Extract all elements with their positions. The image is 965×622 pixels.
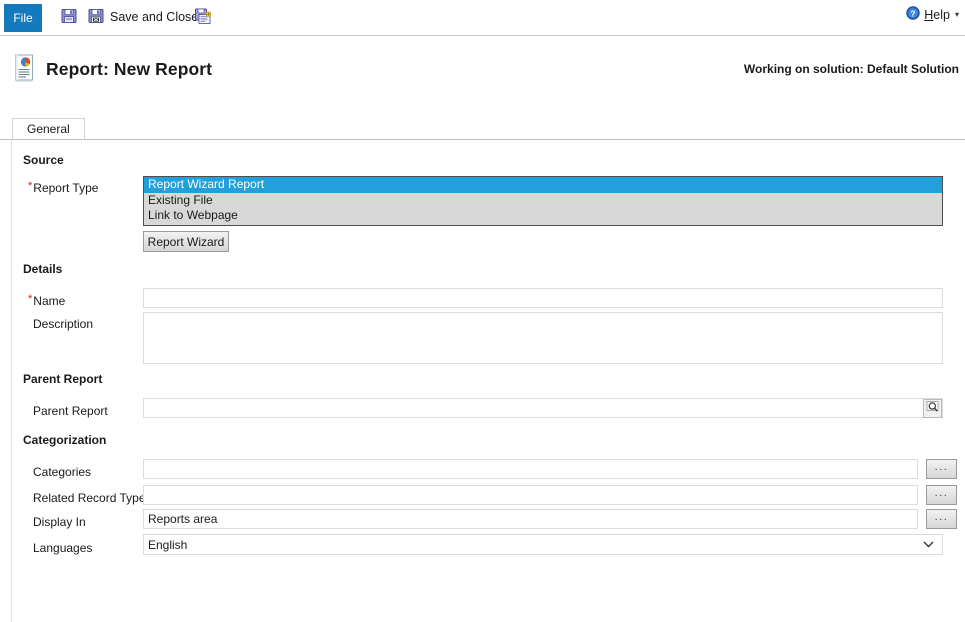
report-wizard-button-label: Report Wizard (147, 234, 225, 249)
tab-general[interactable]: General (12, 118, 85, 139)
save-button[interactable] (58, 4, 80, 30)
svg-text:?: ? (911, 9, 916, 18)
ribbon-toolbar: File Save and Close ? Help ▾ (0, 0, 965, 36)
languages-selected-value: English (148, 537, 188, 552)
floppy-disk-icon (60, 7, 78, 28)
related-record-types-input[interactable] (143, 485, 918, 505)
solution-context-label: Working on solution: Default Solution (743, 62, 959, 76)
display-in-input[interactable] (143, 509, 918, 529)
required-indicator: * (28, 293, 33, 305)
related-record-types-label: Related Record Types (33, 491, 152, 505)
report-type-label-text: Report Type (33, 181, 99, 195)
help-accel-letter: H (924, 7, 934, 22)
categories-browse-button[interactable]: ... (926, 459, 957, 479)
report-document-chart-icon (12, 54, 38, 84)
floppy-disk-new-icon (194, 7, 212, 28)
categories-input[interactable] (143, 459, 918, 479)
parent-report-input[interactable] (143, 398, 943, 418)
languages-select[interactable]: English (143, 534, 943, 555)
ellipsis-icon: ... (934, 487, 949, 499)
form-tab-strip: General (0, 118, 965, 140)
name-label-text: Name (33, 294, 66, 308)
section-heading-details: Details (23, 262, 63, 276)
categories-label: Categories (33, 465, 92, 479)
report-type-label: *Report Type (28, 180, 99, 196)
page-header: Report: New Report Working on solution: … (0, 44, 965, 96)
display-in-label: Display In (33, 515, 86, 529)
file-tab-label: File (13, 11, 33, 25)
report-type-option-existing-file[interactable]: Existing File (144, 192, 942, 208)
chevron-down-icon: ▾ (954, 10, 959, 19)
name-label: *Name (28, 293, 66, 309)
help-menu-button[interactable]: ? Help ▾ (906, 6, 959, 23)
parent-report-lookup-button[interactable] (923, 398, 942, 418)
file-tab[interactable]: File (4, 4, 42, 32)
save-and-new-button[interactable] (192, 4, 214, 30)
section-heading-categorization: Categorization (23, 433, 107, 447)
report-form: Source *Report Type Report Wizard Report… (11, 140, 965, 622)
section-heading-parent-report: Parent Report (23, 372, 103, 386)
report-type-option-link-to-webpage[interactable]: Link to Webpage (144, 208, 942, 224)
related-record-types-browse-button[interactable]: ... (926, 485, 957, 505)
magnifier-lookup-icon (926, 400, 940, 417)
parent-report-label: Parent Report (33, 404, 108, 418)
report-wizard-button[interactable]: Report Wizard (143, 231, 229, 252)
report-type-listbox[interactable]: Report Wizard Report Existing File Link … (143, 176, 943, 226)
help-label: Help (924, 8, 950, 22)
tab-general-label: General (27, 122, 70, 136)
description-input[interactable] (143, 312, 943, 364)
help-question-icon: ? (906, 6, 920, 23)
required-indicator: * (28, 180, 33, 192)
ellipsis-icon: ... (934, 511, 949, 523)
floppy-disk-close-icon (87, 7, 105, 28)
display-in-browse-button[interactable]: ... (926, 509, 957, 529)
help-label-rest: elp (933, 7, 950, 22)
name-input[interactable] (143, 288, 943, 308)
languages-label: Languages (33, 541, 93, 555)
ribbon-separator (0, 35, 965, 36)
save-and-close-button[interactable]: Save and Close (85, 4, 200, 30)
section-heading-source: Source (23, 153, 64, 167)
save-and-close-label: Save and Close (110, 10, 199, 24)
ellipsis-icon: ... (934, 461, 949, 473)
report-type-option-report-wizard-report[interactable]: Report Wizard Report (144, 177, 942, 193)
description-label: Description (33, 317, 94, 331)
page-title: Report: New Report (46, 59, 213, 79)
chevron-down-icon (923, 540, 934, 550)
